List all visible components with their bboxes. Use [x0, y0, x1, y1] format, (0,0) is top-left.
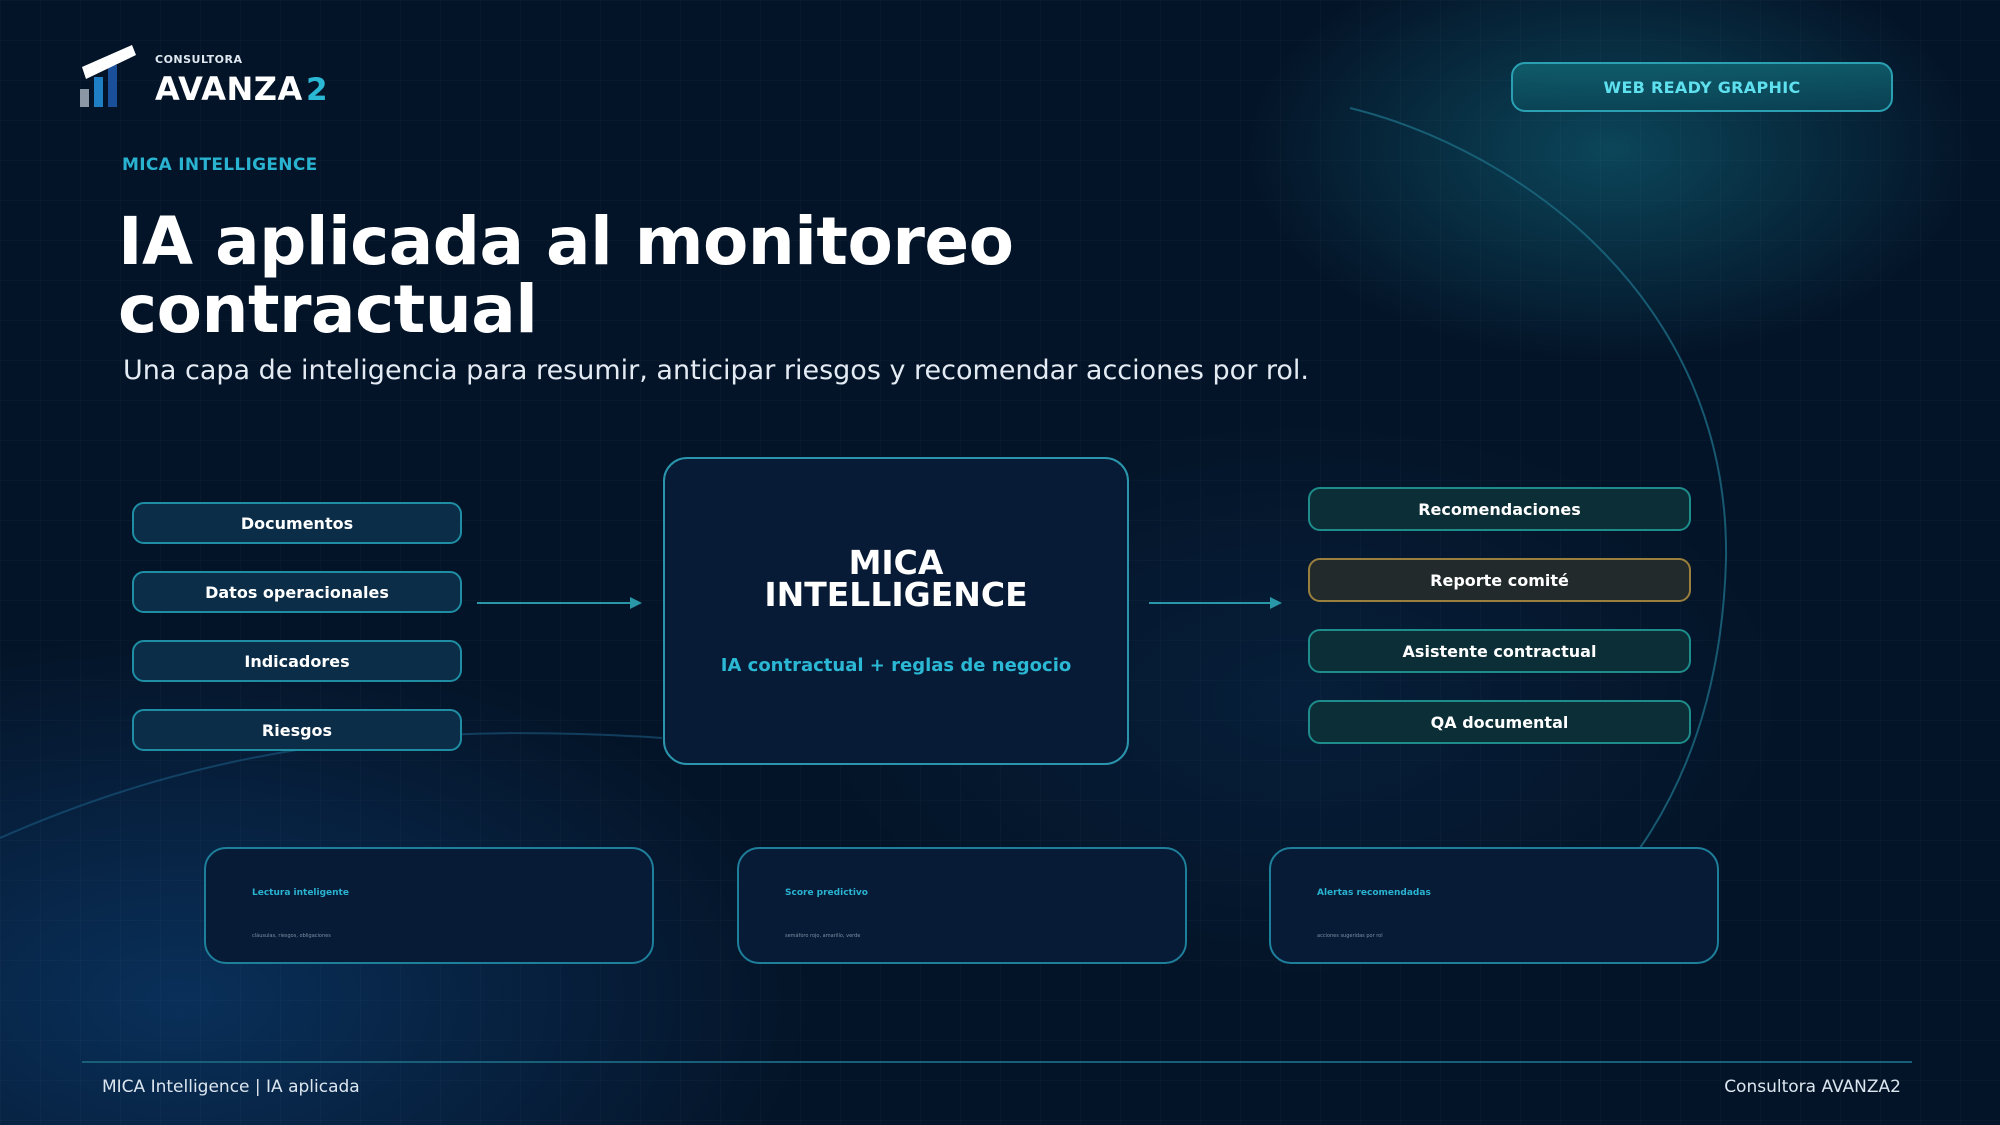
mica-intelligence-core-box: MICA INTELLIGENCE IA contractual + regla… [663, 457, 1129, 765]
feature-card-text: cláusulas, riesgos, obligaciones [252, 933, 331, 939]
feature-card-title: Score predictivo [785, 888, 868, 898]
feature-card-lectura: Lectura inteligente cláusulas, riesgos, … [204, 847, 654, 964]
core-title-line-2: INTELLIGENCE [764, 575, 1028, 614]
core-subtitle: IA contractual + reglas de negocio [720, 655, 1072, 676]
arrow-inputs-to-center [477, 597, 642, 609]
feature-card-alertas: Alertas recomendadas acciones sugeridas … [1269, 847, 1719, 964]
feature-card-text: acciones sugeridas por rol [1317, 933, 1383, 939]
feature-card-text: semáforo rojo, amarillo, verde [785, 933, 861, 939]
output-pill-recomendaciones: Recomendaciones [1308, 487, 1691, 531]
feature-card-title: Alertas recomendadas [1317, 888, 1431, 898]
core-title: MICA INTELLIGENCE [665, 546, 1127, 614]
feature-card-score: Score predictivo semáforo rojo, amarillo… [737, 847, 1187, 964]
footer-right-text: Consultora AVANZA2 [1724, 1077, 1901, 1097]
footer-left-text: MICA Intelligence | IA aplicada [102, 1077, 360, 1097]
output-pill-asistente-contractual: Asistente contractual [1308, 629, 1691, 673]
output-pill-qa-documental: QA documental [1308, 700, 1691, 744]
footer-divider [82, 1061, 1912, 1063]
output-pill-reporte-comite: Reporte comité [1308, 558, 1691, 602]
arrow-center-to-outputs [1149, 597, 1282, 609]
feature-card-title: Lectura inteligente [252, 888, 349, 898]
